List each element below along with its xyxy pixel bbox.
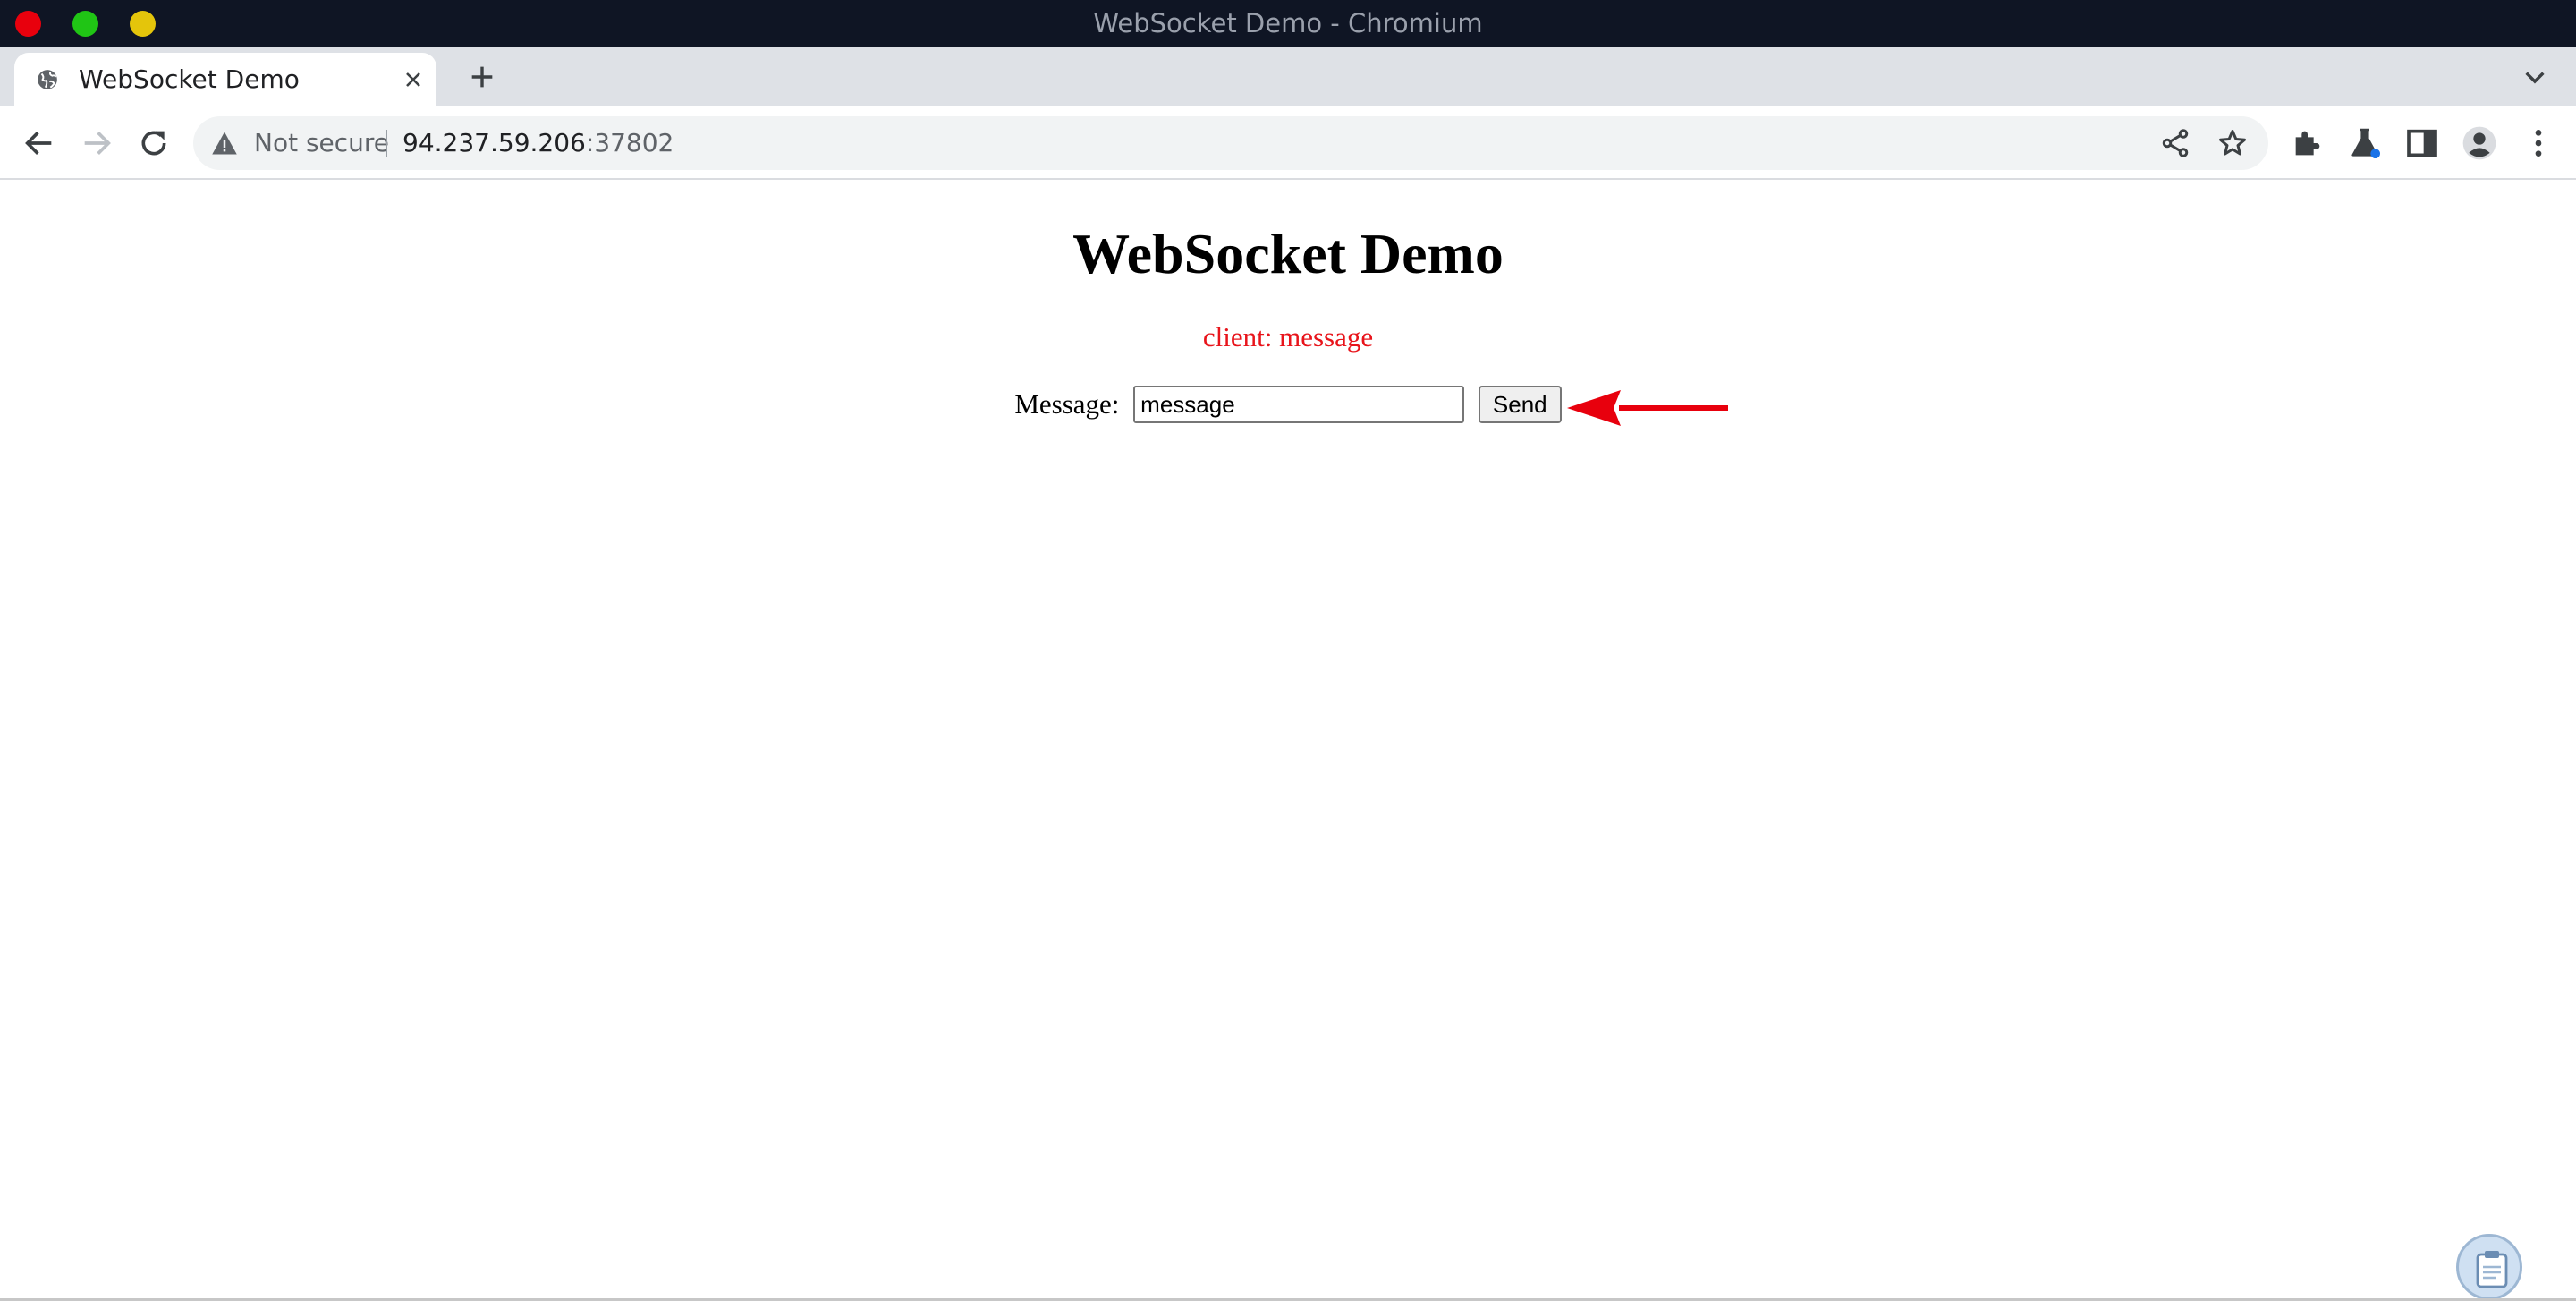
profile-avatar-icon[interactable]	[2462, 125, 2497, 161]
more-menu-icon[interactable]	[2521, 125, 2556, 161]
browser-toolbar: Not secure 94.237.59.206:37802	[0, 106, 2576, 180]
tab-websocket-demo[interactable]: WebSocket Demo	[14, 53, 436, 106]
forward-arrow-icon[interactable]	[79, 125, 114, 161]
share-icon[interactable]	[2159, 127, 2191, 159]
close-icon[interactable]	[402, 69, 424, 90]
bookmark-star-icon[interactable]	[2216, 127, 2249, 159]
status-message: client: message	[1202, 321, 1374, 353]
annotation-arrow-icon	[1567, 390, 1728, 426]
url-port: :37802	[585, 128, 674, 157]
message-input[interactable]	[1133, 386, 1465, 423]
message-label: Message:	[1014, 388, 1120, 420]
reload-icon[interactable]	[136, 125, 172, 161]
window-title: WebSocket Demo - Chromium	[1093, 8, 1483, 38]
clipboard-button[interactable]	[2456, 1234, 2522, 1300]
side-panel-icon[interactable]	[2404, 125, 2440, 161]
chevron-down-icon[interactable]	[2521, 64, 2549, 92]
send-button[interactable]: Send	[1478, 386, 1562, 423]
url-host: 94.237.59.206	[402, 128, 586, 157]
tab-title: WebSocket Demo	[79, 64, 300, 94]
back-arrow-icon[interactable]	[21, 125, 57, 161]
labs-flask-icon[interactable]	[2347, 125, 2383, 161]
page-viewport: WebSocket Demo client: message Message: …	[0, 182, 2576, 1301]
clipboard-icon	[2476, 1251, 2508, 1288]
new-tab-plus-icon[interactable]	[467, 62, 497, 92]
tab-strip: WebSocket Demo	[0, 47, 2576, 106]
warning-icon[interactable]	[211, 131, 238, 156]
extensions-puzzle-icon[interactable]	[2290, 125, 2326, 161]
omnibox-separator	[386, 130, 387, 157]
security-status-label[interactable]: Not secure	[254, 116, 389, 170]
address-bar[interactable]: Not secure 94.237.59.206:37802	[193, 116, 2268, 170]
page-heading: WebSocket Demo	[1072, 222, 1504, 285]
url-text[interactable]: 94.237.59.206:37802	[402, 116, 674, 170]
window-title-bar: WebSocket Demo - Chromium	[0, 0, 2576, 47]
globe-icon	[38, 70, 57, 89]
message-form: Message: Send	[0, 386, 2576, 423]
